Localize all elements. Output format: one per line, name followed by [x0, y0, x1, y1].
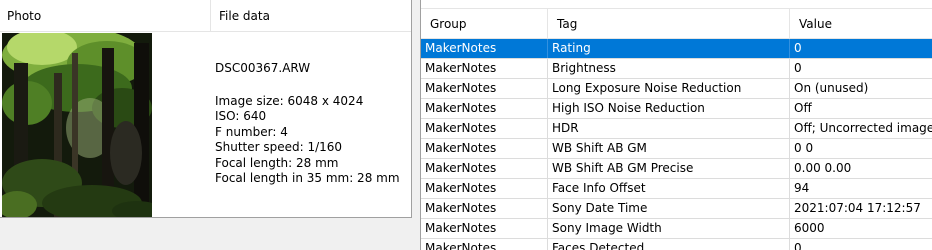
forest-photo-thumbnail[interactable]	[2, 33, 152, 217]
group-cell: MakerNotes	[421, 159, 548, 178]
table-row[interactable]: MakerNotes Sony Image Width 6000	[421, 219, 932, 239]
tag-cell: HDR	[548, 119, 790, 138]
iso-text: ISO: 640	[215, 109, 267, 123]
tag-cell: Sony Date Time	[548, 199, 790, 218]
tag-cell: Faces Detected	[548, 239, 790, 250]
table-row[interactable]: MakerNotes WB Shift AB GM Precise 0.00 0…	[421, 159, 932, 179]
group-cell: MakerNotes	[421, 199, 548, 218]
file-data-panel: DSC00367.ARW Image size: 6048 x 4024 ISO…	[215, 61, 410, 187]
group-cell: MakerNotes	[421, 99, 548, 118]
table-row[interactable]: MakerNotes Sony Date Time 2021:07:04 17:…	[421, 199, 932, 219]
group-cell: MakerNotes	[421, 239, 548, 250]
table-row[interactable]: MakerNotes Face Info Offset 94	[421, 179, 932, 199]
tag-cell: Long Exposure Noise Reduction	[548, 79, 790, 98]
left-pane-footer	[0, 219, 412, 250]
group-cell: MakerNotes	[421, 139, 548, 158]
group-cell: MakerNotes	[421, 179, 548, 198]
pane-splitter[interactable]	[413, 0, 420, 250]
table-row[interactable]: MakerNotes Brightness 0	[421, 59, 932, 79]
tag-cell: Sony Image Width	[548, 219, 790, 238]
value-cell: 0	[794, 241, 802, 250]
file-preview-pane: Photo File data DSC00367.ARW Image size:…	[0, 0, 412, 218]
tag-cell: WB Shift AB GM	[548, 139, 790, 158]
table-row[interactable]: MakerNotes WB Shift AB GM 0 0	[421, 139, 932, 159]
metadata-grid-body: MakerNotes Rating 0 MakerNotes Brightnes…	[421, 39, 932, 250]
value-cell: On (unused)	[794, 81, 869, 95]
value-cell: 2021:07:04 17:12:57	[794, 201, 921, 215]
column-header-value[interactable]: Value	[790, 9, 932, 39]
file-name: DSC00367.ARW	[215, 61, 311, 75]
group-cell: MakerNotes	[421, 39, 548, 58]
value-cell: 0	[790, 39, 932, 58]
value-cell: 0.00 0.00	[794, 161, 852, 175]
image-size-text: Image size: 6048 x 4024	[215, 93, 364, 108]
value-cell: 94	[794, 181, 810, 195]
focal-length-text: Focal length: 28 mm	[215, 155, 339, 170]
table-row[interactable]: MakerNotes HDR Off; Uncorrected image	[421, 119, 932, 139]
metadata-grid: Group Tag Value MakerNotes Rating 0 Make…	[420, 0, 932, 250]
value-cell: 0	[794, 61, 802, 75]
tag-cell: Brightness	[548, 59, 790, 78]
preview-list-header: Photo File data	[0, 0, 411, 32]
f-number-text: F number: 4	[215, 124, 288, 139]
tag-cell: Rating	[548, 39, 790, 58]
tag-cell: Face Info Offset	[548, 179, 790, 198]
value-cell: 6000	[794, 221, 825, 235]
table-row[interactable]: MakerNotes Rating 0	[421, 39, 932, 59]
value-cell: Off	[794, 101, 812, 115]
tag-cell: WB Shift AB GM Precise	[548, 159, 790, 178]
focal-length-35mm-text: Focal length in 35 mm: 28 mm	[215, 171, 400, 185]
value-cell: 0 0	[794, 141, 814, 155]
group-cell: MakerNotes	[421, 59, 548, 78]
value-cell: Off; Uncorrected image	[794, 121, 932, 135]
tag-cell: High ISO Noise Reduction	[548, 99, 790, 118]
group-cell: MakerNotes	[421, 119, 548, 138]
table-row[interactable]: MakerNotes Faces Detected 0	[421, 239, 932, 250]
metadata-grid-header: Group Tag Value	[421, 8, 932, 39]
table-row[interactable]: MakerNotes High ISO Noise Reduction Off	[421, 99, 932, 119]
column-header-photo[interactable]: Photo	[0, 0, 211, 32]
column-header-group[interactable]: Group	[421, 9, 548, 39]
shutter-speed-text: Shutter speed: 1/160	[215, 140, 343, 154]
group-cell: MakerNotes	[421, 219, 548, 238]
table-row[interactable]: MakerNotes Long Exposure Noise Reduction…	[421, 79, 932, 99]
column-header-file-data[interactable]: File data	[212, 0, 411, 32]
column-header-tag[interactable]: Tag	[548, 9, 790, 39]
group-cell: MakerNotes	[421, 79, 548, 98]
